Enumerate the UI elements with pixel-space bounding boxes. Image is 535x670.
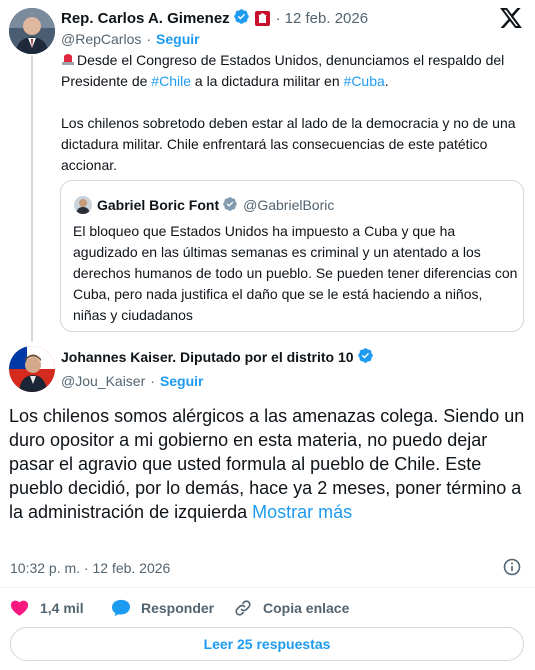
author-name[interactable]: Johannes Kaiser. Diputado por el distrit…	[61, 349, 354, 365]
read-replies-button[interactable]: Leer 25 respuestas	[10, 627, 524, 661]
author-handle[interactable]: @RepCarlos	[61, 31, 141, 47]
us-congress-flag-icon	[254, 10, 270, 26]
divider	[0, 587, 535, 588]
x-logo-icon[interactable]	[500, 8, 524, 30]
verified-badge-icon	[357, 347, 374, 367]
follow-button[interactable]: Seguir	[160, 373, 204, 389]
thread-connector-line	[31, 56, 33, 342]
link-icon	[233, 599, 253, 617]
author-name[interactable]: Rep. Carlos A. Gimenez	[61, 10, 230, 27]
read-replies-label: Leer 25 respuestas	[203, 636, 331, 652]
like-count: 1,4 mil	[40, 600, 84, 616]
heart-icon	[10, 599, 30, 617]
like-button[interactable]: 1,4 mil	[10, 598, 84, 618]
show-more-link[interactable]: Mostrar más	[252, 502, 352, 522]
verified-badge-icon	[233, 8, 250, 29]
post-text: Desde el Congreso de Estados Unidos, den…	[61, 51, 505, 89]
author-handle[interactable]: @Jou_Kaiser	[61, 373, 145, 389]
separator-dot: ·	[275, 9, 281, 27]
hashtag-cuba-link[interactable]: #Cuba	[344, 73, 385, 89]
main-tweet-text: Los chilenos somos alérgicos a las amena…	[9, 406, 525, 522]
avatar-carlos-gimenez[interactable]	[9, 8, 55, 54]
speech-bubble-icon	[111, 599, 131, 617]
quoted-tweet-card[interactable]: Gabriel Boric Font @GabrielBoric El bloq…	[60, 180, 524, 332]
follow-button[interactable]: Seguir	[156, 31, 200, 47]
quoted-author-name: Gabriel Boric Font	[97, 197, 220, 213]
copy-link-label: Copia enlace	[263, 600, 350, 616]
info-icon[interactable]	[503, 558, 521, 576]
post-date[interactable]: 12 feb. 2026	[285, 10, 368, 27]
avatar-johannes-kaiser[interactable]	[9, 346, 55, 392]
separator-dot: ·	[150, 373, 155, 389]
verified-badge-icon	[222, 196, 238, 215]
copy-link-button[interactable]: Copia enlace	[233, 598, 349, 618]
quoted-tweet-text: El bloqueo que Estados Unidos ha impuest…	[73, 223, 518, 323]
red-light-emoji-icon	[61, 51, 75, 65]
avatar-gabriel-boric[interactable]	[74, 196, 92, 214]
quoted-author-handle: @GabrielBoric	[243, 197, 335, 213]
hashtag-chile-link[interactable]: #Chile	[151, 73, 191, 89]
post-timestamp[interactable]: 10:32 p. m. · 12 feb. 2026	[10, 559, 170, 577]
reply-label: Responder	[141, 600, 215, 616]
reply-button[interactable]: Responder	[111, 598, 214, 618]
separator-dot: ·	[146, 31, 152, 47]
post-paragraph-2: Los chilenos sobretodo deben estar al la…	[61, 115, 516, 173]
